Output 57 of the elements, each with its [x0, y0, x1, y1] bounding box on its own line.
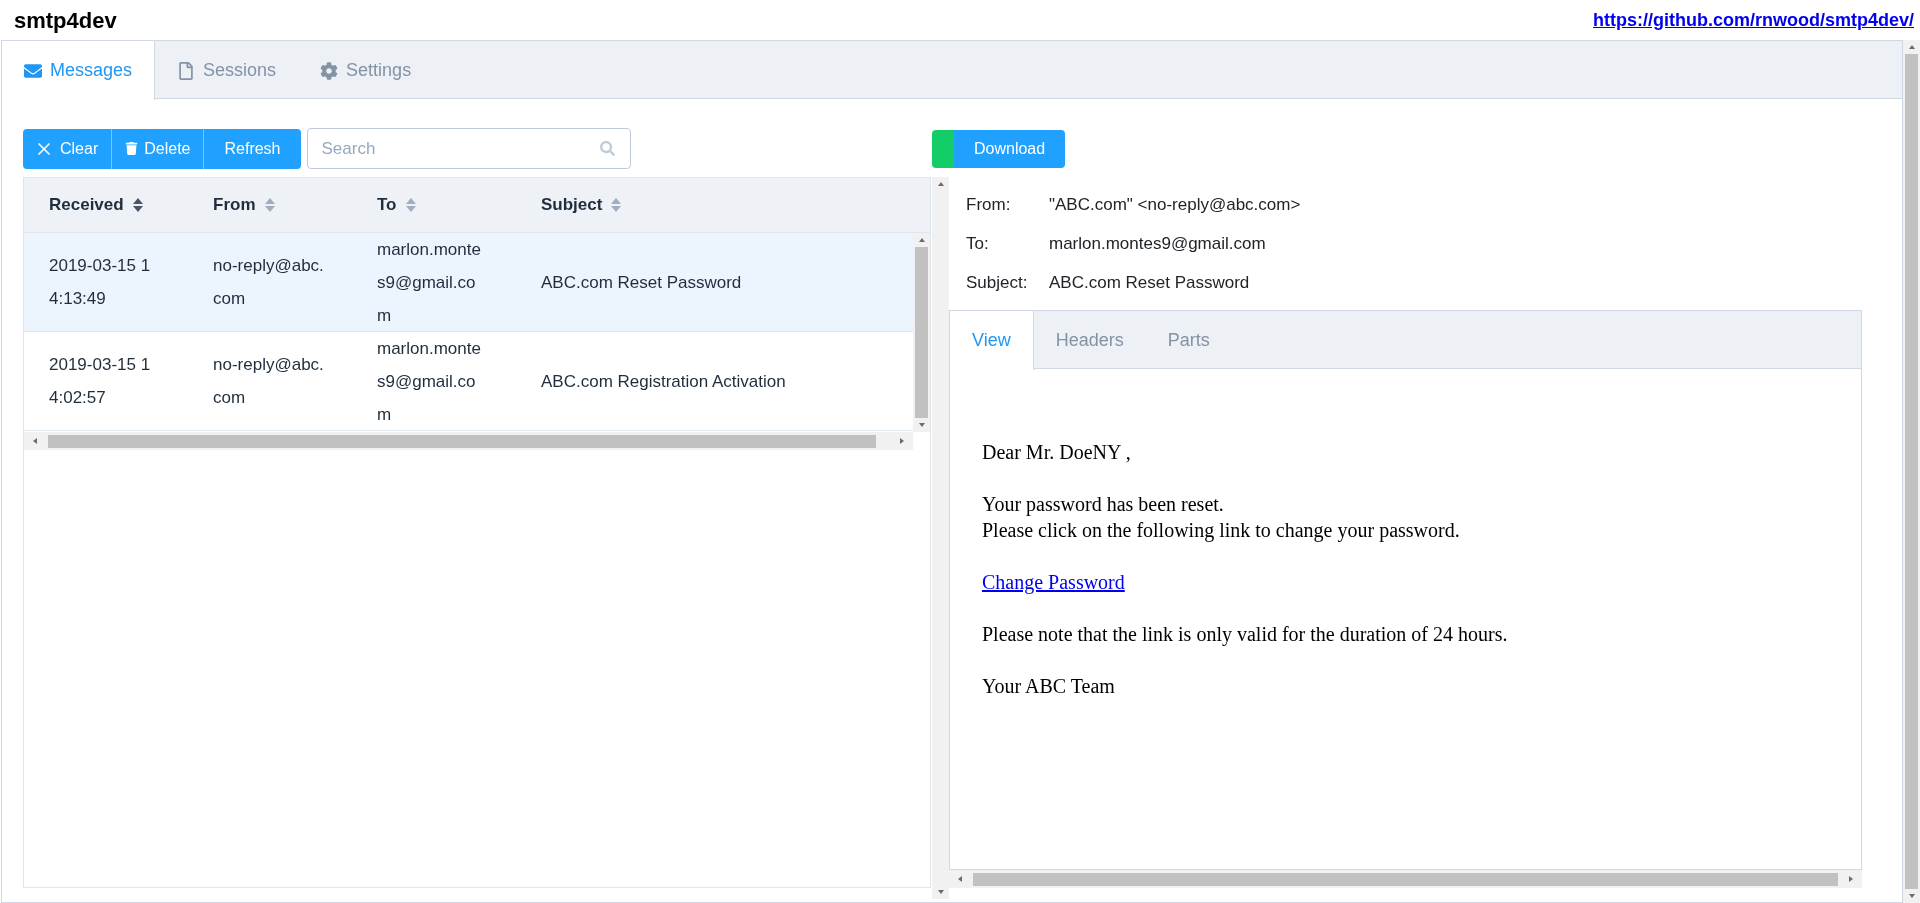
scroll-arrow-icon[interactable]	[956, 875, 964, 883]
scroll-arrow-icon[interactable]	[936, 888, 945, 896]
table-cell-text: ABC.com Registration Activation	[541, 370, 787, 393]
email-paragraph: Your password has been reset. Please click on the following link to change your password.	[982, 492, 1461, 543]
email-paragraph: Please note that the link is only valid for the duration of 24 hours.	[982, 622, 1509, 647]
table-cell-text: 2019-03-15 14:13:49	[49, 255, 152, 310]
scroll-arrow-icon[interactable]	[1907, 43, 1916, 51]
scroll-arrow-icon[interactable]	[917, 421, 926, 429]
horizontal-scrollbar[interactable]	[24, 432, 913, 450]
column-header[interactable]: Subject	[541, 192, 603, 218]
scroll-arrow-icon[interactable]	[31, 437, 39, 445]
scrollbar[interactable]	[913, 233, 930, 432]
scrollbar[interactable]	[1903, 40, 1920, 903]
scroll-arrow-icon[interactable]	[917, 236, 926, 244]
scroll-arrow-icon[interactable]	[1847, 875, 1855, 883]
field-value: marlon.montes9@gmail.com	[1049, 232, 1266, 255]
tab[interactable]: Parts	[1145, 311, 1232, 370]
field-value: "ABC.com" <no-reply@abc.com>	[1049, 193, 1301, 216]
column-header[interactable]: To	[377, 192, 397, 218]
tab[interactable]: Sessions	[155, 41, 299, 100]
email-paragraph: Dear Mr. DoeNY ,	[982, 440, 1132, 465]
github-link[interactable]: https://github.com/rnwood/smtp4dev/	[1593, 6, 1914, 34]
field-label: From:	[966, 193, 1012, 216]
tab[interactable]: Messages	[2, 41, 156, 100]
horizontal-scrollbar[interactable]	[949, 870, 1862, 888]
field-label: Subject:	[966, 271, 1029, 294]
search-field[interactable]: Search	[306, 128, 631, 169]
toolbar-button[interactable]: Clear	[23, 128, 113, 169]
document-icon	[177, 61, 196, 80]
search-icon	[599, 141, 615, 156]
toolbar-button[interactable]: Delete	[112, 128, 205, 169]
table-cell-text: ABC.com Reset Password	[541, 271, 743, 294]
scroll-arrow-icon[interactable]	[898, 437, 906, 445]
field-value: ABC.com Reset Password	[1049, 271, 1250, 294]
toolbar-button[interactable]: Refresh	[204, 128, 301, 169]
table-cell-text: no-reply@abc.com	[213, 255, 324, 310]
app-title: smtp4dev	[14, 6, 117, 35]
trash-icon	[125, 142, 139, 155]
message-row[interactable]: 2019-03-15 14:13:49 no-reply@abc.com marlon.montes9@gmail.com ABC.com Reset Password	[24, 233, 913, 332]
column-header[interactable]: Received	[49, 192, 124, 218]
field-label: To:	[966, 232, 990, 255]
email-paragraph: Your ABC Team	[982, 674, 1116, 699]
scroll-arrow-icon[interactable]	[936, 180, 945, 188]
gear-icon	[320, 61, 339, 80]
sort-icon[interactable]	[131, 197, 144, 213]
scroll-arrow-icon[interactable]	[1907, 892, 1916, 900]
change-password-link[interactable]: Change Password	[982, 571, 1125, 593]
table-cell-text: no-reply@abc.com	[213, 354, 324, 409]
column-header[interactable]: From	[213, 192, 256, 218]
tab[interactable]: Settings	[298, 41, 434, 100]
table-cell-text: 2019-03-15 14:02:57	[49, 354, 152, 409]
download-button[interactable]: Download	[954, 129, 1066, 168]
scrollbar[interactable]	[932, 177, 949, 899]
envelope-icon	[24, 61, 42, 80]
tab[interactable]: Headers	[1033, 311, 1146, 370]
table-cell-text: marlon.montes9@gmail.com	[377, 337, 482, 426]
tab[interactable]: View	[950, 311, 1034, 370]
